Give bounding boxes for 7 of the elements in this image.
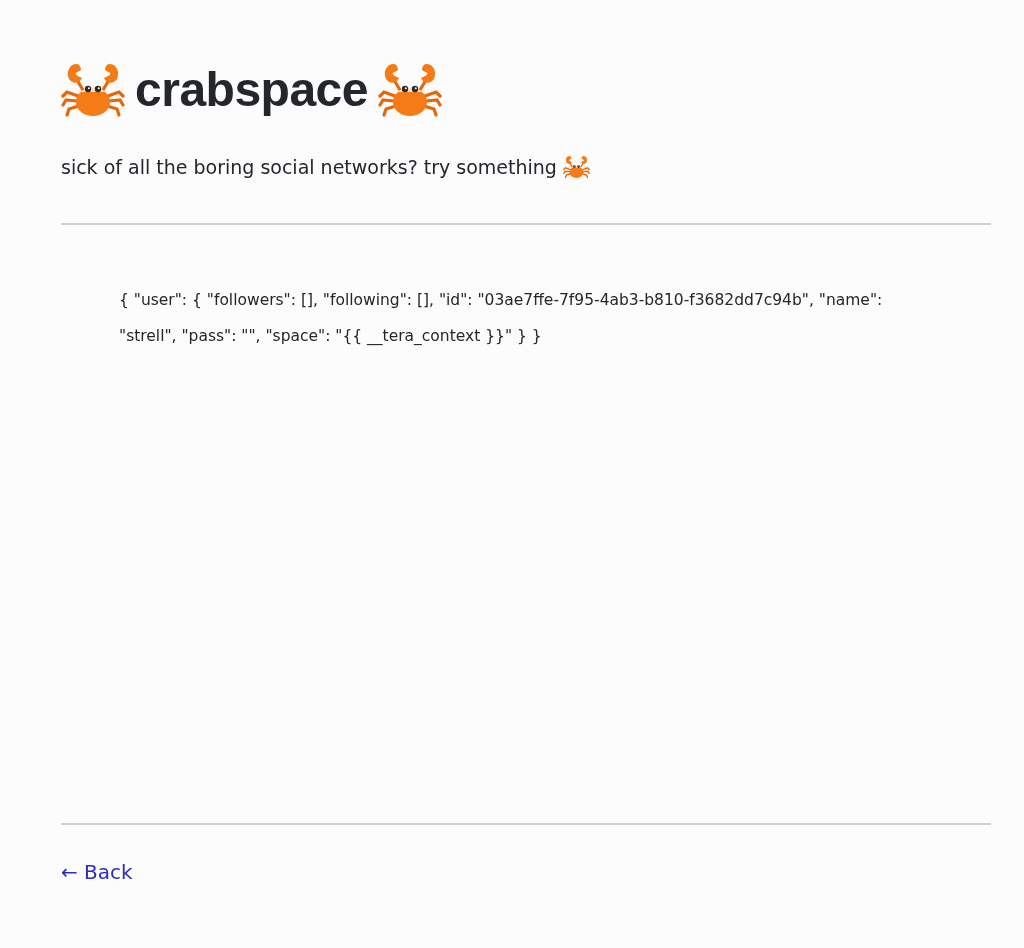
- site-title: crabspace: [135, 62, 368, 118]
- back-link[interactable]: ← Back: [61, 860, 133, 884]
- crab-icon: [378, 62, 442, 118]
- crab-icon: [61, 62, 125, 118]
- user-json-text: { "user": { "followers": [], "following": [], "id": "03ae7ffe-7f95-4ab3-b810-f3682dd7c94b", "name": "strell", "pass": "", "space": "{{ __tera_context }}" } }: [119, 290, 884, 348]
- tagline-text: sick of all the boring social networks? try something: [61, 155, 557, 179]
- crab-icon: [562, 155, 590, 179]
